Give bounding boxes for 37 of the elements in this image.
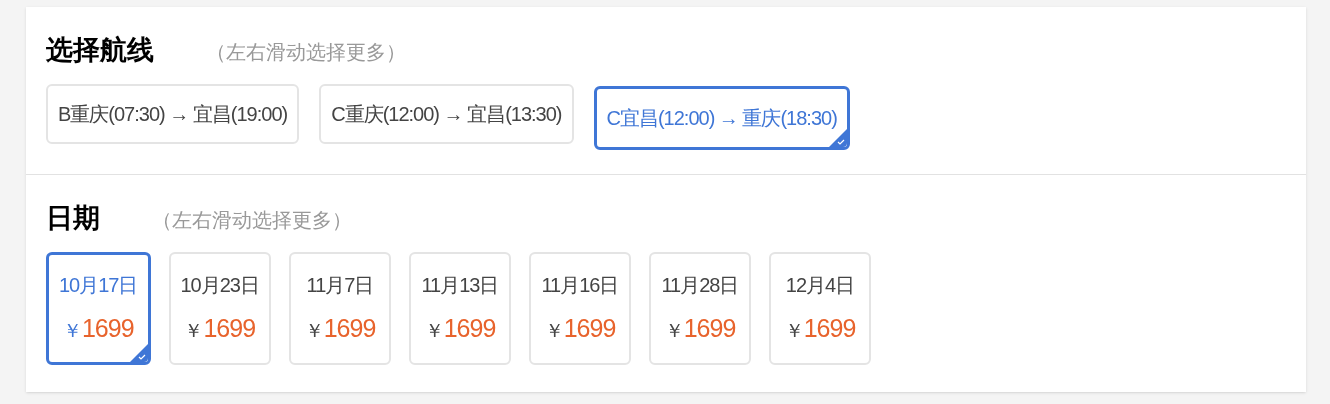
currency-symbol: ￥ — [784, 318, 804, 343]
route-option[interactable]: B重庆(07:30) → 宜昌(19:00) — [46, 84, 300, 144]
price-text: 1699 — [81, 312, 134, 344]
route-option[interactable]: C宜昌(12:00) → 重庆(18:30) — [593, 86, 850, 150]
date-option[interactable]: 10月23日 ￥1699 — [168, 252, 271, 365]
price-text: 1699 — [443, 312, 496, 344]
hint-text: （左右滑动选择更多） — [152, 210, 352, 230]
currency-symbol: ￥ — [544, 318, 564, 343]
date-label: 11月13日 — [421, 272, 499, 298]
date-option[interactable]: 11月16日 ￥1699 — [529, 252, 631, 365]
date-label: 12月4日 — [785, 272, 855, 298]
hint-text: （左右滑动选择更多） — [206, 42, 406, 62]
section-title: 选择航线 — [46, 37, 154, 64]
date-label: 11月28日 — [661, 272, 739, 298]
currency-symbol: ￥ — [664, 318, 684, 343]
price-text: 1699 — [323, 312, 376, 344]
price-text: 1699 — [683, 312, 736, 344]
check-corner-icon — [828, 129, 847, 147]
section-title: 日期 — [46, 205, 100, 232]
price-text: 1699 — [203, 312, 256, 344]
currency-symbol: ￥ — [184, 318, 204, 343]
date-option[interactable]: 11月7日 ￥1699 — [289, 252, 391, 365]
currency-symbol: ￥ — [424, 318, 444, 343]
price-text: 1699 — [563, 312, 616, 344]
route-option[interactable]: C重庆(12:00) → 宜昌(13:30) — [319, 84, 574, 144]
date-option[interactable]: 11月13日 ￥1699 — [409, 252, 511, 365]
check-corner-icon — [129, 344, 148, 362]
currency-symbol: ￥ — [304, 318, 324, 343]
currency-symbol: ￥ — [62, 318, 82, 343]
date-option[interactable]: 10月17日 ￥1699 — [46, 252, 151, 365]
date-label: 11月7日 — [306, 272, 374, 298]
date-label: 10月17日 — [59, 272, 138, 298]
date-label: 11月16日 — [541, 272, 619, 298]
date-label: 10月23日 — [180, 272, 259, 298]
date-option[interactable]: 12月4日 ￥1699 — [769, 252, 871, 365]
date-option[interactable]: 11月28日 ￥1699 — [649, 252, 751, 365]
price-text: 1699 — [803, 312, 856, 344]
